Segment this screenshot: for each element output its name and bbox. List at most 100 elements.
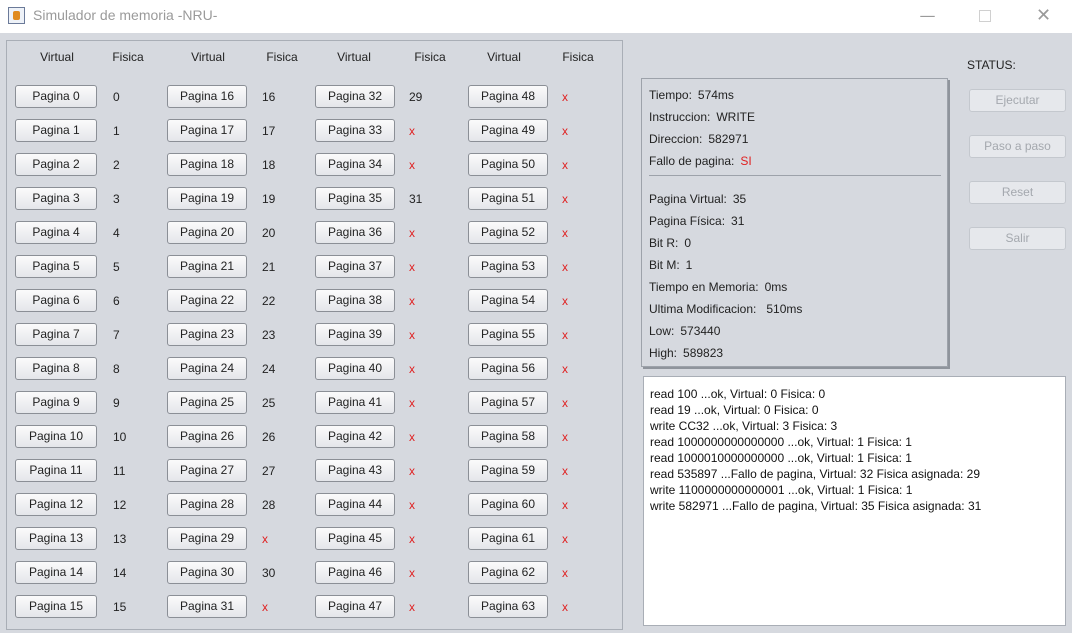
physical-frame-value: 26 — [262, 430, 276, 444]
page-button-7[interactable]: Pagina 7 — [15, 323, 97, 346]
page-button-35[interactable]: Pagina 35 — [315, 187, 395, 210]
page-button-47[interactable]: Pagina 47 — [315, 595, 395, 618]
page-button-9[interactable]: Pagina 9 — [15, 391, 97, 414]
page-button-52[interactable]: Pagina 52 — [468, 221, 548, 244]
page-button-50[interactable]: Pagina 50 — [468, 153, 548, 176]
page-button-57[interactable]: Pagina 57 — [468, 391, 548, 414]
page-button-13[interactable]: Pagina 13 — [15, 527, 97, 550]
page-button-61[interactable]: Pagina 61 — [468, 527, 548, 550]
page-button-45[interactable]: Pagina 45 — [315, 527, 395, 550]
status-label: STATUS: — [967, 58, 1016, 72]
page-button-0[interactable]: Pagina 0 — [15, 85, 97, 108]
page-button-25[interactable]: Pagina 25 — [167, 391, 247, 414]
low-row: Low: 573440 — [649, 324, 720, 338]
page-button-55[interactable]: Pagina 55 — [468, 323, 548, 346]
page-button-8[interactable]: Pagina 8 — [15, 357, 97, 380]
ultima-mod-value: 510ms — [766, 302, 803, 316]
physical-frame-value: 21 — [262, 260, 276, 274]
page-button-40[interactable]: Pagina 40 — [315, 357, 395, 380]
physical-frame-value: x — [409, 430, 415, 444]
page-button-34[interactable]: Pagina 34 — [315, 153, 395, 176]
physical-frame-value: x — [562, 328, 568, 342]
page-button-53[interactable]: Pagina 53 — [468, 255, 548, 278]
salir-button[interactable]: Salir — [969, 227, 1066, 250]
pagina-fisica-row: Pagina Física: 31 — [649, 214, 744, 228]
page-button-46[interactable]: Pagina 46 — [315, 561, 395, 584]
page-button-20[interactable]: Pagina 20 — [167, 221, 247, 244]
page-button-60[interactable]: Pagina 60 — [468, 493, 548, 516]
maximize-icon[interactable] — [962, 0, 1007, 33]
page-button-44[interactable]: Pagina 44 — [315, 493, 395, 516]
page-button-51[interactable]: Pagina 51 — [468, 187, 548, 210]
page-button-19[interactable]: Pagina 19 — [167, 187, 247, 210]
log-textarea[interactable]: read 100 ...ok, Virtual: 0 Fisica: 0 rea… — [643, 376, 1066, 626]
page-button-17[interactable]: Pagina 17 — [167, 119, 247, 142]
page-button-2[interactable]: Pagina 2 — [15, 153, 97, 176]
physical-frame-value: 14 — [113, 566, 127, 580]
page-button-5[interactable]: Pagina 5 — [15, 255, 97, 278]
page-button-42[interactable]: Pagina 42 — [315, 425, 395, 448]
page-button-49[interactable]: Pagina 49 — [468, 119, 548, 142]
page-button-39[interactable]: Pagina 39 — [315, 323, 395, 346]
log-line: write 582971 ...Fallo de pagina, Virtual… — [650, 499, 982, 513]
page-button-36[interactable]: Pagina 36 — [315, 221, 395, 244]
page-button-6[interactable]: Pagina 6 — [15, 289, 97, 312]
pagina-virtual-label: Pagina Virtual: — [649, 192, 727, 206]
page-button-30[interactable]: Pagina 30 — [167, 561, 247, 584]
page-button-21[interactable]: Pagina 21 — [167, 255, 247, 278]
bit-r-label: Bit R: — [649, 236, 679, 250]
page-button-29[interactable]: Pagina 29 — [167, 527, 247, 550]
page-button-48[interactable]: Pagina 48 — [468, 85, 548, 108]
page-button-32[interactable]: Pagina 32 — [315, 85, 395, 108]
physical-frame-value: x — [562, 600, 568, 614]
minimize-icon[interactable]: — — [905, 0, 950, 33]
page-button-31[interactable]: Pagina 31 — [167, 595, 247, 618]
page-button-43[interactable]: Pagina 43 — [315, 459, 395, 482]
page-button-63[interactable]: Pagina 63 — [468, 595, 548, 618]
fallo-row: Fallo de pagina: SI — [649, 154, 752, 168]
page-button-24[interactable]: Pagina 24 — [167, 357, 247, 380]
page-button-56[interactable]: Pagina 56 — [468, 357, 548, 380]
virtual-header: Virtual — [40, 50, 74, 64]
page-button-62[interactable]: Pagina 62 — [468, 561, 548, 584]
log-line: write 1100000000000001 ...ok, Virtual: 1… — [650, 483, 913, 497]
page-button-59[interactable]: Pagina 59 — [468, 459, 548, 482]
page-button-27[interactable]: Pagina 27 — [167, 459, 247, 482]
page-button-54[interactable]: Pagina 54 — [468, 289, 548, 312]
page-button-15[interactable]: Pagina 15 — [15, 595, 97, 618]
page-button-14[interactable]: Pagina 14 — [15, 561, 97, 584]
physical-frame-value: x — [409, 498, 415, 512]
page-button-3[interactable]: Pagina 3 — [15, 187, 97, 210]
page-button-18[interactable]: Pagina 18 — [167, 153, 247, 176]
physical-frame-value: x — [562, 294, 568, 308]
bit-r-row: Bit R: 0 — [649, 236, 691, 250]
page-button-12[interactable]: Pagina 12 — [15, 493, 97, 516]
physical-frame-value: x — [562, 192, 568, 206]
page-button-1[interactable]: Pagina 1 — [15, 119, 97, 142]
page-button-41[interactable]: Pagina 41 — [315, 391, 395, 414]
page-button-4[interactable]: Pagina 4 — [15, 221, 97, 244]
physical-frame-value: 6 — [113, 294, 120, 308]
log-line: read 19 ...ok, Virtual: 0 Fisica: 0 — [650, 403, 819, 417]
reset-button[interactable]: Reset — [969, 181, 1066, 204]
close-icon[interactable]: ✕ — [1021, 0, 1066, 33]
page-button-23[interactable]: Pagina 23 — [167, 323, 247, 346]
page-button-58[interactable]: Pagina 58 — [468, 425, 548, 448]
ultima-mod-label: Ultima Modificacion: — [649, 302, 757, 316]
page-button-37[interactable]: Pagina 37 — [315, 255, 395, 278]
page-button-22[interactable]: Pagina 22 — [167, 289, 247, 312]
ejecutar-button[interactable]: Ejecutar — [969, 89, 1066, 112]
page-button-10[interactable]: Pagina 10 — [15, 425, 97, 448]
page-button-11[interactable]: Pagina 11 — [15, 459, 97, 482]
page-button-16[interactable]: Pagina 16 — [167, 85, 247, 108]
page-button-28[interactable]: Pagina 28 — [167, 493, 247, 516]
physical-frame-value: 19 — [262, 192, 276, 206]
paso-a-paso-button[interactable]: Paso a paso — [969, 135, 1066, 158]
physical-frame-value: 18 — [262, 158, 276, 172]
physical-frame-value: x — [409, 294, 415, 308]
page-button-26[interactable]: Pagina 26 — [167, 425, 247, 448]
page-button-38[interactable]: Pagina 38 — [315, 289, 395, 312]
page-button-33[interactable]: Pagina 33 — [315, 119, 395, 142]
log-line: read 535897 ...Fallo de pagina, Virtual:… — [650, 467, 980, 481]
tiempo-label: Tiempo: — [649, 88, 692, 102]
